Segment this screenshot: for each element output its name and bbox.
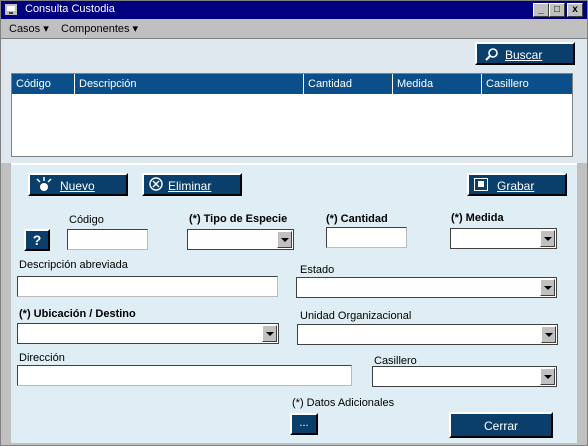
buscar-label: Buscar: [505, 48, 543, 62]
delete-circle-x-icon: [149, 177, 163, 191]
medida-select[interactable]: [450, 228, 557, 249]
maximize-button[interactable]: □: [549, 3, 565, 17]
cantidad-label: (*) Cantidad: [326, 213, 388, 225]
column-header-descripcion[interactable]: Descripción: [75, 74, 304, 94]
window-title: Consulta Custodia: [25, 3, 115, 15]
help-button[interactable]: ?: [24, 229, 50, 251]
direccion-label: Dirección: [19, 352, 65, 364]
descripcion-label: Descripción abreviada: [19, 259, 128, 271]
column-header-cantidad[interactable]: Cantidad: [304, 74, 393, 94]
eliminar-button[interactable]: Eliminar: [142, 173, 242, 196]
ubicacion-label: (*) Ubicación / Destino: [19, 308, 136, 320]
column-header-codigo[interactable]: Código: [12, 74, 75, 94]
datos-adicionales-button[interactable]: ...: [290, 413, 318, 435]
title-bar[interactable]: Consulta Custodia _ □ x: [1, 1, 587, 19]
chevron-down-icon[interactable]: [277, 231, 292, 248]
app-icon: [5, 4, 17, 15]
cerrar-button[interactable]: Cerrar: [449, 412, 553, 438]
menu-casos[interactable]: Casos ▾: [9, 22, 49, 35]
minimize-button[interactable]: _: [533, 3, 549, 17]
grabar-button[interactable]: Grabar: [467, 173, 567, 196]
estado-label: Estado: [300, 264, 335, 276]
chevron-down-icon[interactable]: [262, 325, 277, 342]
direccion-field[interactable]: [17, 365, 352, 386]
table-header: Código Descripción Cantidad Medida Casil…: [12, 74, 572, 94]
ubicacion-select[interactable]: [17, 323, 279, 344]
chevron-down-icon[interactable]: [540, 279, 555, 296]
nuevo-label: Nuevo: [60, 179, 95, 193]
medida-label: (*) Medida: [451, 212, 504, 224]
unidad-organizacional-select[interactable]: [297, 324, 558, 345]
menu-bar: Casos ▾ Componentes ▾: [1, 19, 587, 39]
chevron-down-icon[interactable]: [540, 368, 555, 385]
column-header-casillero[interactable]: Casillero: [482, 74, 572, 94]
grabar-label: Grabar: [497, 179, 535, 193]
estado-select[interactable]: [296, 277, 557, 298]
new-sparkle-icon: [36, 177, 52, 191]
close-button[interactable]: x: [567, 3, 583, 17]
main-window: Consulta Custodia _ □ x Casos ▾ Componen…: [0, 0, 588, 446]
chevron-down-icon[interactable]: [541, 326, 556, 343]
tipo-especie-label: (*) Tipo de Especie: [189, 213, 288, 225]
casillero-select[interactable]: [372, 366, 557, 387]
descripcion-field[interactable]: [17, 276, 278, 297]
results-table[interactable]: Código Descripción Cantidad Medida Casil…: [11, 73, 573, 157]
chevron-down-icon[interactable]: [540, 230, 555, 247]
codigo-field[interactable]: [67, 229, 148, 250]
tipo-especie-select[interactable]: [187, 229, 294, 250]
column-header-medida[interactable]: Medida: [393, 74, 482, 94]
codigo-label: Código: [69, 214, 104, 226]
cerrar-label: Cerrar: [483, 419, 518, 433]
nuevo-button[interactable]: Nuevo: [28, 173, 128, 196]
menu-componentes[interactable]: Componentes ▾: [61, 22, 138, 35]
unidad-organizacional-label: Unidad Organizacional: [300, 310, 412, 322]
cantidad-field[interactable]: [326, 227, 407, 248]
eliminar-label: Eliminar: [168, 179, 212, 193]
search-icon: [485, 48, 498, 61]
save-icon: [474, 178, 488, 191]
buscar-button[interactable]: Buscar: [475, 42, 575, 65]
datos-adicionales-label: (*) Datos Adicionales: [292, 397, 395, 409]
